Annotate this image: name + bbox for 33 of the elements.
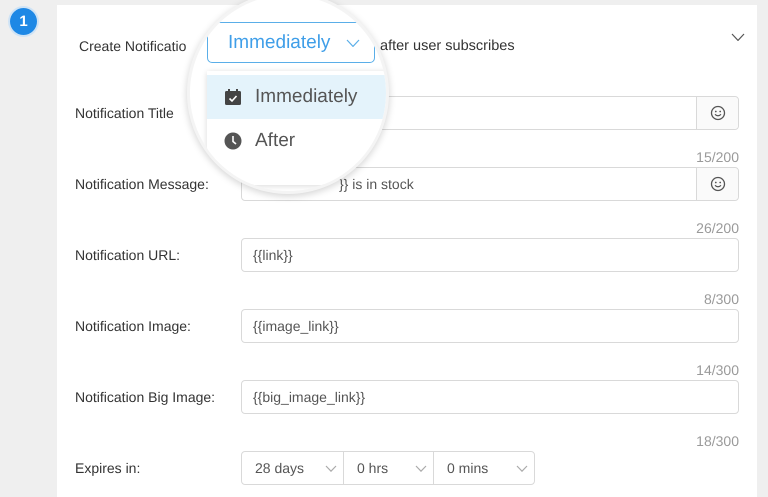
chevron-icon <box>325 464 337 472</box>
character-counter: 18/300 <box>695 432 739 451</box>
field-label: Expires in: <box>75 460 142 476</box>
field-label: after user subscribes <box>380 38 515 54</box>
field-label: Notification Message: <box>75 176 210 192</box>
text-field[interactable]: {{image_link}} <box>241 309 739 343</box>
field-label: Notification URL: <box>75 247 182 263</box>
character-counter: 15/200 <box>695 148 739 167</box>
character-counter: 26/200 <box>695 219 739 238</box>
emoji-button[interactable] <box>696 97 738 129</box>
text-field[interactable]: {{link}} <box>241 238 739 272</box>
field-label: Create Notificatio <box>79 38 188 54</box>
dropdown-option[interactable]: Immediately <box>207 75 386 119</box>
text-field[interactable]: {{big_image_link}} <box>241 380 739 414</box>
chevron-icon <box>346 38 360 46</box>
clock-icon <box>224 132 242 150</box>
calendar-check-icon <box>224 88 242 106</box>
field-label: Notification Title <box>75 105 175 121</box>
collapse-chevron-icon <box>731 33 745 41</box>
chevron-icon <box>415 464 427 472</box>
chevron-icon <box>516 464 528 472</box>
character-counter: 14/300 <box>695 361 739 380</box>
smiley-icon <box>710 176 726 192</box>
field-label: Notification Big Image: <box>75 389 216 405</box>
dropdown[interactable]: 0 mins <box>433 452 534 484</box>
dropdown-option[interactable]: After <box>207 119 386 163</box>
step-badge: 1 <box>10 8 37 35</box>
smiley-icon <box>710 105 726 121</box>
character-counter: 8/300 <box>702 290 739 309</box>
emoji-button[interactable] <box>696 168 738 200</box>
field-label: Notification Image: <box>75 318 192 334</box>
dropdown[interactable]: 0 hrs <box>343 452 433 484</box>
dropdown[interactable]: 28 days <box>242 452 343 484</box>
